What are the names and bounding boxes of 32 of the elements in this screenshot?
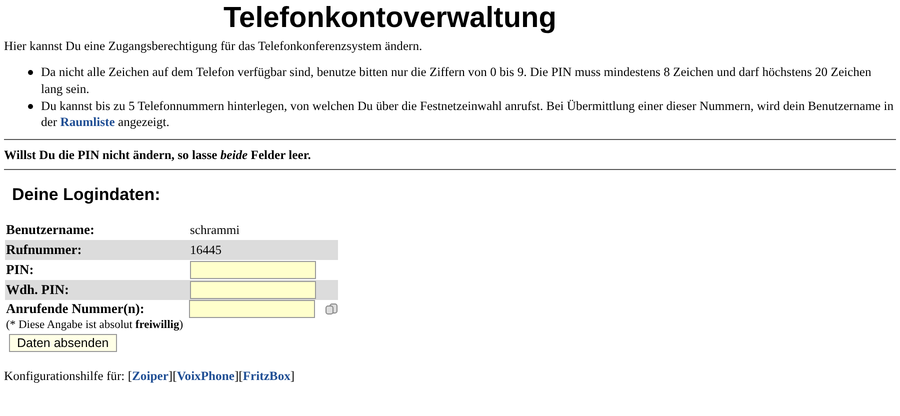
field-label: Rufnummer: [5, 241, 83, 260]
input-field[interactable] [190, 261, 316, 280]
bracket-text: [ [128, 368, 132, 383]
config-label: Konfigurationshilfe für: [4, 368, 125, 383]
bullet-text: Du kannst bis zu 5 Telefonnummern hinterlegen, von welchen Du über die Festnetzeinwahl anrufst. Bei Übermittlung einer dieser Nummern, wird dein Benutzername in der Raumliste angezeigt. [41, 98, 895, 131]
submit-button[interactable]: Daten absenden [9, 334, 117, 352]
notice-text: Willst Du die PIN nicht ändern, so lasse beide Felder leer. [4, 146, 312, 164]
input-field[interactable] [189, 300, 315, 318]
field-value: schrammi [190, 222, 240, 238]
bullet-icon [28, 104, 33, 110]
field-label: Benutzername: [5, 221, 96, 240]
field-label: Anrufende Nummer(n): [6, 300, 146, 318]
field-label: Wdh. PIN: [5, 281, 70, 300]
raumliste-link[interactable]: Raumliste [60, 115, 115, 130]
bracket-text: ] [234, 368, 239, 383]
config-link[interactable]: Zoiper [132, 368, 168, 383]
section-title: Deine Logindaten: [12, 184, 162, 206]
field-value: 16445 [190, 242, 222, 258]
intro-text: Hier kannst Du eine Zugangsberechtigung für das Telefonkonferenzsystem ändern. [4, 38, 424, 54]
bracket-text: [ [172, 368, 177, 383]
note-text: (* Diese Angabe ist absolut freiwillig) [6, 318, 184, 333]
bracket-text: ] [168, 368, 173, 383]
config-link[interactable]: FritzBox [242, 368, 290, 383]
bullet-icon [28, 70, 33, 76]
bracket-text: ] [290, 368, 295, 383]
input-field[interactable] [190, 281, 316, 300]
cylinder-icon[interactable] [325, 303, 338, 316]
page-title: Telefonkontoverwaltung [222, 1, 558, 36]
bracket-text: [ [238, 368, 243, 383]
field-label: PIN: [5, 261, 35, 280]
bullet-text: Da nicht alle Zeichen auf dem Telefon verfügbar sind, benutze bitten nur die Ziffern von 0 bis 9. Die PIN muss mindestens 8 Zeichen und darf höchstens 20 Zeichen lang sein. [41, 64, 872, 98]
config-link[interactable]: VoixPhone [176, 368, 234, 383]
